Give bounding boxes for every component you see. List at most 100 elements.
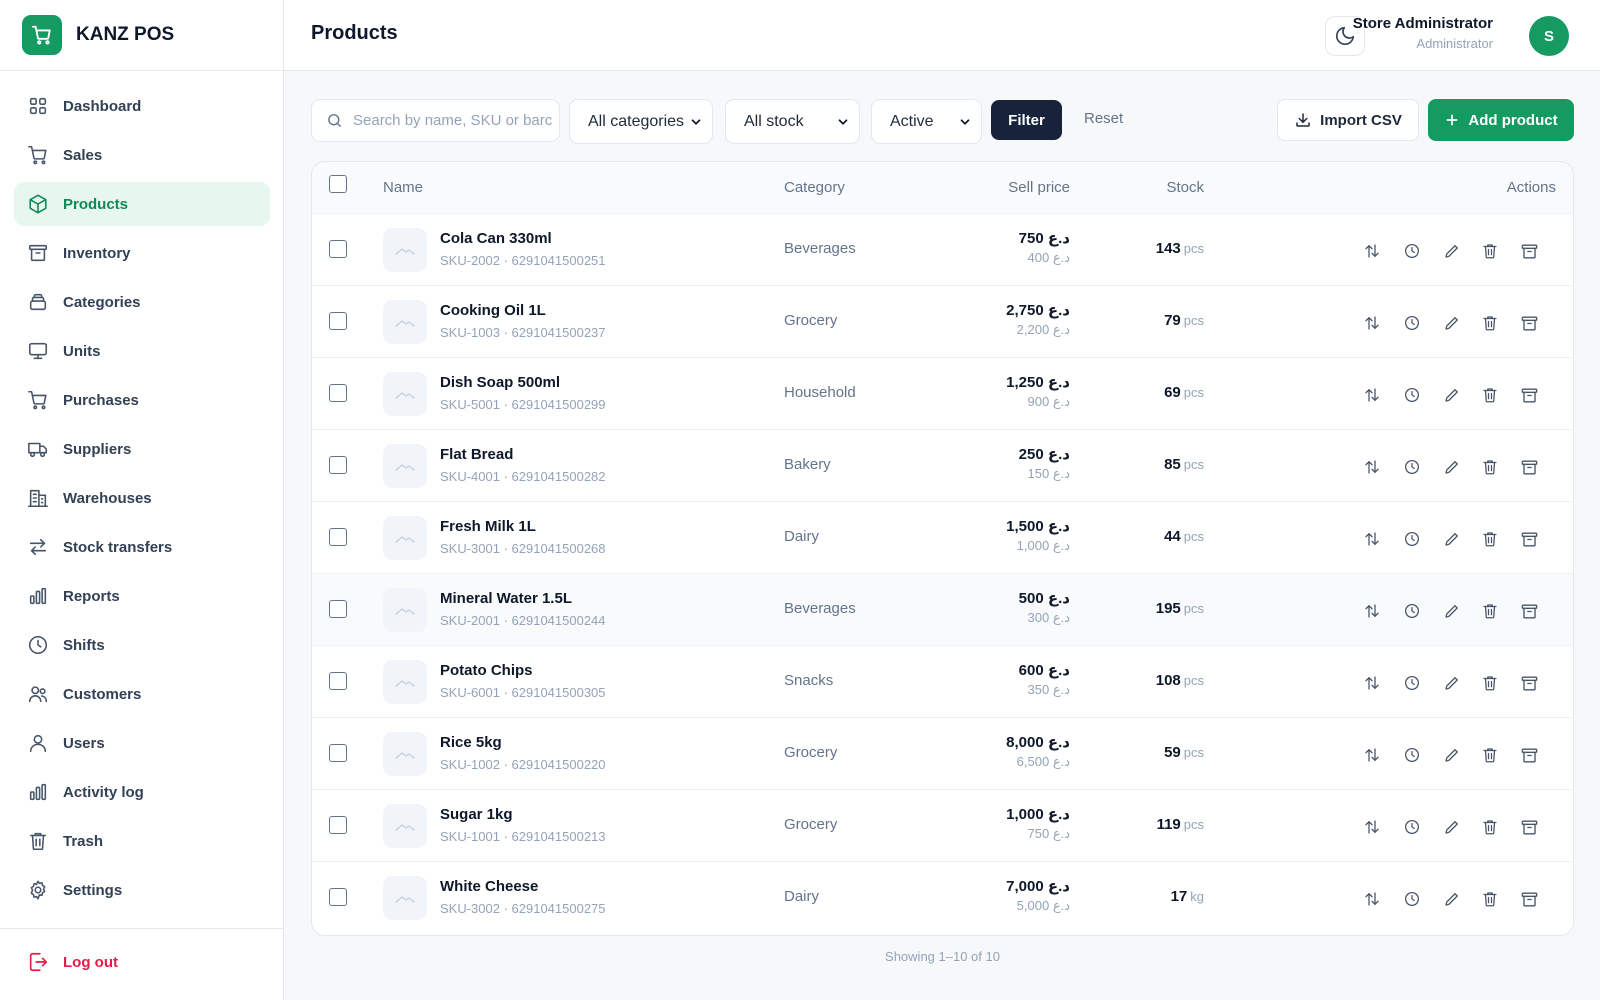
row-checkbox[interactable]: [329, 816, 347, 834]
archive-icon[interactable]: [1519, 457, 1539, 477]
row-checkbox[interactable]: [329, 744, 347, 762]
row-checkbox[interactable]: [329, 240, 347, 258]
product-name[interactable]: Sugar 1kg: [440, 806, 513, 823]
sidebar-item-inventory[interactable]: Inventory: [14, 231, 270, 275]
adjust-stock-icon[interactable]: [1362, 241, 1382, 261]
history-icon[interactable]: [1402, 529, 1422, 549]
search-input[interactable]: [353, 112, 553, 129]
history-icon[interactable]: [1402, 457, 1422, 477]
product-name[interactable]: Cola Can 330ml: [440, 230, 552, 247]
archive-icon[interactable]: [1519, 241, 1539, 261]
edit-icon[interactable]: [1442, 385, 1462, 405]
row-checkbox[interactable]: [329, 456, 347, 474]
edit-icon[interactable]: [1442, 745, 1462, 765]
sidebar-item-purchases[interactable]: Purchases: [14, 378, 270, 422]
adjust-stock-icon[interactable]: [1362, 385, 1382, 405]
row-checkbox[interactable]: [329, 888, 347, 906]
sidebar-item-trash[interactable]: Trash: [14, 819, 270, 863]
sidebar-item-warehouses[interactable]: Warehouses: [14, 476, 270, 520]
edit-icon[interactable]: [1442, 673, 1462, 693]
sidebar-item-customers[interactable]: Customers: [14, 672, 270, 716]
history-icon[interactable]: [1402, 673, 1422, 693]
history-icon[interactable]: [1402, 601, 1422, 621]
sidebar-item-stock-transfers[interactable]: Stock transfers: [14, 525, 270, 569]
column-header-price[interactable]: Sell price: [1008, 179, 1070, 196]
table-row[interactable]: White Cheese SKU-3002 · 6291041500275 Dair…: [312, 862, 1573, 934]
archive-icon[interactable]: [1519, 385, 1539, 405]
edit-icon[interactable]: [1442, 601, 1462, 621]
row-checkbox[interactable]: [329, 312, 347, 330]
delete-icon[interactable]: [1480, 385, 1500, 405]
delete-icon[interactable]: [1480, 313, 1500, 333]
edit-icon[interactable]: [1442, 817, 1462, 837]
table-row[interactable]: Fresh Milk 1L SKU-3001 · 6291041500268 Dai…: [312, 502, 1573, 574]
table-row[interactable]: Potato Chips SKU-6001 · 6291041500305 Snac…: [312, 646, 1573, 718]
archive-icon[interactable]: [1519, 673, 1539, 693]
column-header-stock[interactable]: Stock: [1166, 179, 1204, 196]
adjust-stock-icon[interactable]: [1362, 313, 1382, 333]
archive-icon[interactable]: [1519, 889, 1539, 909]
sidebar-item-products[interactable]: Products: [14, 182, 270, 226]
table-row[interactable]: Cola Can 330ml SKU-2002 · 6291041500251 Be…: [312, 214, 1573, 286]
edit-icon[interactable]: [1442, 241, 1462, 261]
delete-icon[interactable]: [1480, 889, 1500, 909]
adjust-stock-icon[interactable]: [1362, 889, 1382, 909]
delete-icon[interactable]: [1480, 529, 1500, 549]
table-row[interactable]: Mineral Water 1.5L SKU-2001 · 62910415002…: [312, 574, 1573, 646]
sidebar-item-sales[interactable]: Sales: [14, 133, 270, 177]
delete-icon[interactable]: [1480, 817, 1500, 837]
archive-icon[interactable]: [1519, 745, 1539, 765]
adjust-stock-icon[interactable]: [1362, 601, 1382, 621]
row-checkbox[interactable]: [329, 384, 347, 402]
delete-icon[interactable]: [1480, 241, 1500, 261]
archive-icon[interactable]: [1519, 529, 1539, 549]
product-name[interactable]: Rice 5kg: [440, 734, 502, 751]
logout-button[interactable]: Log out: [27, 951, 118, 973]
table-row[interactable]: Cooking Oil 1L SKU-1003 · 6291041500237 Gr…: [312, 286, 1573, 358]
filter-button[interactable]: Filter: [991, 100, 1062, 140]
product-name[interactable]: Dish Soap 500ml: [440, 374, 560, 391]
adjust-stock-icon[interactable]: [1362, 673, 1382, 693]
select-all-checkbox[interactable]: [329, 175, 347, 193]
row-checkbox[interactable]: [329, 672, 347, 690]
history-icon[interactable]: [1402, 889, 1422, 909]
sidebar-item-shifts[interactable]: Shifts: [14, 623, 270, 667]
product-name[interactable]: Potato Chips: [440, 662, 533, 679]
column-header-name[interactable]: Name: [383, 179, 423, 196]
history-icon[interactable]: [1402, 817, 1422, 837]
product-name[interactable]: Mineral Water 1.5L: [440, 590, 572, 607]
adjust-stock-icon[interactable]: [1362, 457, 1382, 477]
history-icon[interactable]: [1402, 241, 1422, 261]
history-icon[interactable]: [1402, 745, 1422, 765]
sidebar-item-dashboard[interactable]: Dashboard: [14, 84, 270, 128]
column-header-category[interactable]: Category: [784, 179, 845, 196]
add-product-button[interactable]: Add product: [1428, 99, 1574, 141]
table-row[interactable]: Rice 5kg SKU-1002 · 6291041500220 Grocery 8…: [312, 718, 1573, 790]
avatar[interactable]: S: [1529, 16, 1569, 56]
delete-icon[interactable]: [1480, 745, 1500, 765]
search-box[interactable]: [311, 99, 560, 142]
table-row[interactable]: Sugar 1kg SKU-1001 · 6291041500213 Grocery…: [312, 790, 1573, 862]
edit-icon[interactable]: [1442, 313, 1462, 333]
history-icon[interactable]: [1402, 313, 1422, 333]
archive-icon[interactable]: [1519, 313, 1539, 333]
sidebar-item-units[interactable]: Units: [14, 329, 270, 373]
edit-icon[interactable]: [1442, 889, 1462, 909]
delete-icon[interactable]: [1480, 457, 1500, 477]
delete-icon[interactable]: [1480, 601, 1500, 621]
category-select[interactable]: All categories: [569, 99, 713, 144]
history-icon[interactable]: [1402, 385, 1422, 405]
import-csv-button[interactable]: Import CSV: [1277, 99, 1419, 141]
sidebar-item-categories[interactable]: Categories: [14, 280, 270, 324]
adjust-stock-icon[interactable]: [1362, 745, 1382, 765]
reset-button[interactable]: Reset: [1084, 110, 1123, 127]
edit-icon[interactable]: [1442, 529, 1462, 549]
product-name[interactable]: Flat Bread: [440, 446, 513, 463]
table-row[interactable]: Flat Bread SKU-4001 · 6291041500282 Bakery…: [312, 430, 1573, 502]
edit-icon[interactable]: [1442, 457, 1462, 477]
adjust-stock-icon[interactable]: [1362, 817, 1382, 837]
row-checkbox[interactable]: [329, 528, 347, 546]
sidebar-item-reports[interactable]: Reports: [14, 574, 270, 618]
status-select[interactable]: Active: [871, 99, 982, 144]
sidebar-item-users[interactable]: Users: [14, 721, 270, 765]
